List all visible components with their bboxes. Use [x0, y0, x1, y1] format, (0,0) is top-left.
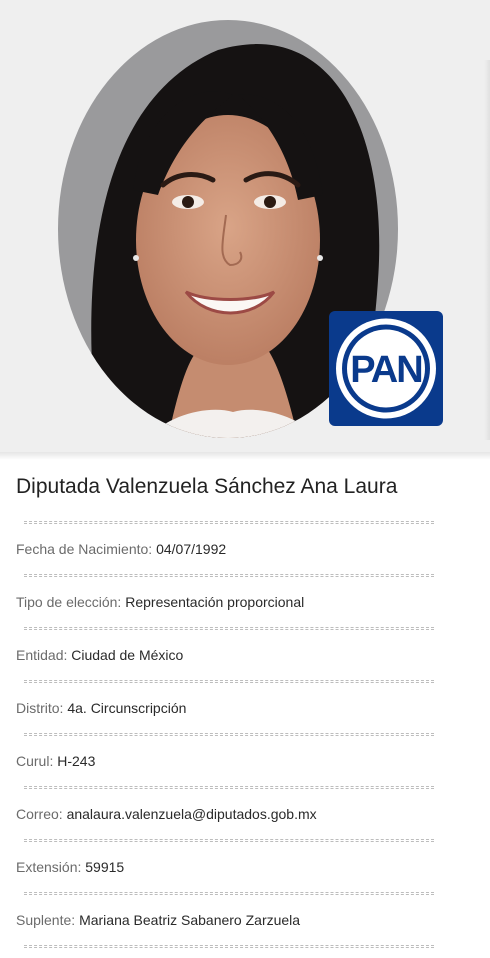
field-election-type: Tipo de elección: Representación proporc… — [16, 577, 436, 627]
field-substitute: Suplente: Mariana Beatriz Sabanero Zarzu… — [16, 895, 436, 945]
field-value: 4a. Circunscripción — [67, 700, 187, 716]
field-label: Suplente: — [16, 912, 76, 928]
field-birthdate: Fecha de Nacimiento: 04/07/1992 — [16, 524, 436, 574]
field-value: 59915 — [85, 859, 125, 875]
field-label: Entidad: — [16, 647, 68, 663]
field-seat: Curul: H-243 — [16, 736, 436, 786]
field-value: H-243 — [57, 753, 96, 769]
field-label: Fecha de Nacimiento: — [16, 541, 153, 557]
party-logo-text: PAN — [350, 349, 421, 391]
field-label: Tipo de elección: — [16, 594, 122, 610]
field-label: Curul: — [16, 753, 54, 769]
divider — [24, 945, 434, 948]
field-extension: Extensión: 59915 — [16, 842, 436, 892]
field-value: Representación proporcional — [125, 594, 305, 610]
field-value: 04/07/1992 — [156, 541, 227, 557]
side-shadow — [484, 60, 490, 440]
field-label: Extensión: — [16, 859, 82, 875]
party-logo-pan: PAN — [329, 311, 443, 426]
deputy-name: Diputada Valenzuela Sánchez Ana Laura — [16, 475, 398, 498]
profile-info: Diputada Valenzuela Sánchez Ana Laura Fe… — [16, 470, 436, 948]
field-entity: Entidad: Ciudad de México — [16, 630, 436, 680]
field-value: Ciudad de México — [71, 647, 184, 663]
email-link[interactable]: analaura.valenzuela@diputados.gob.mx — [67, 806, 317, 822]
field-label: Correo: — [16, 806, 63, 822]
field-email: Correo: analaura.valenzuela@diputados.go… — [16, 789, 436, 839]
field-label: Distrito: — [16, 700, 64, 716]
photo-area: PAN — [0, 0, 490, 460]
field-value: Mariana Beatriz Sabanero Zarzuela — [79, 912, 301, 928]
field-district: Distrito: 4a. Circunscripción — [16, 683, 436, 733]
